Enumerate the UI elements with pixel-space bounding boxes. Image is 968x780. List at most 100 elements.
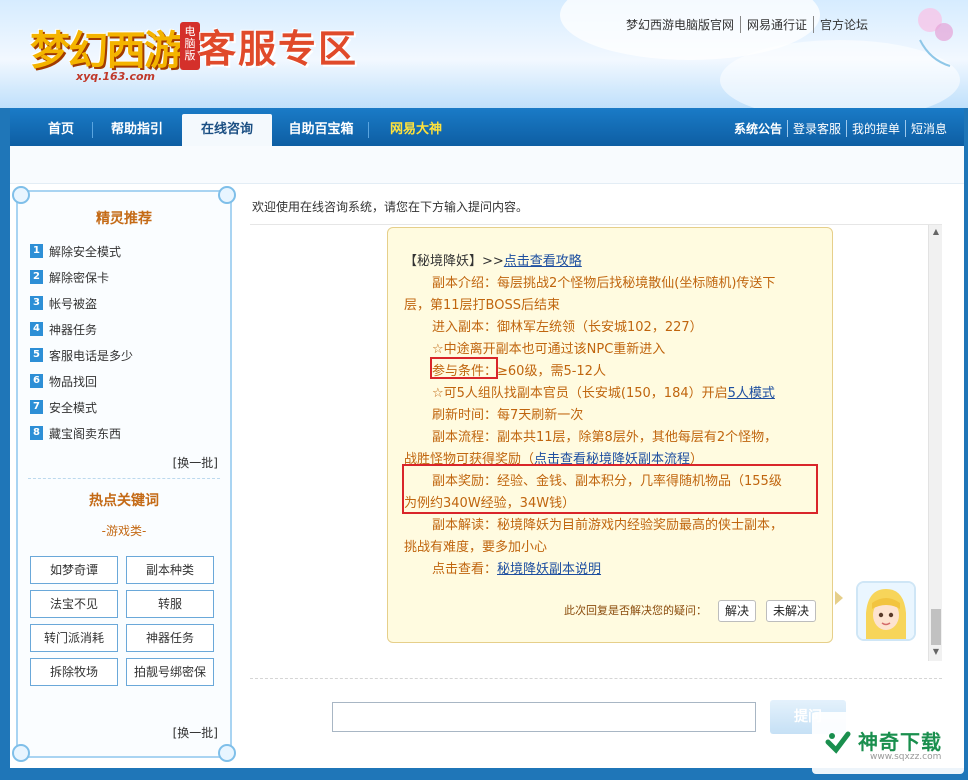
chat-log[interactable]: 【秘境降妖】>>点击查看攻略 副本介绍：每层挑战2个怪物后找秘境散仙(坐标随机)…	[250, 224, 942, 661]
tab-self-service[interactable]: 自助百宝箱	[280, 114, 362, 146]
divider	[28, 478, 220, 479]
number-badge: 4	[30, 322, 43, 336]
reply-text: 点击查看：	[432, 562, 498, 577]
recommend-title: 精灵推荐	[96, 211, 152, 227]
keyword-button[interactable]: 拆除牧场	[30, 658, 118, 686]
list-item-label: 客服电话是多少	[49, 348, 134, 363]
tab-home[interactable]: 首页	[36, 114, 86, 146]
reply-line: 挑战有难度，要多加小心	[404, 540, 548, 555]
list-item[interactable]: 8 藏宝阁卖东西	[30, 420, 220, 446]
keyword-category: -游戏类-	[101, 524, 147, 538]
reply-text: ☆可5人组队找副本官员（长安城(150，184）开启	[432, 386, 728, 401]
number-badge: 6	[30, 374, 43, 388]
nav-separator	[92, 122, 93, 138]
number-badge: 1	[30, 244, 43, 258]
sub-bar	[10, 146, 964, 184]
top-links: 梦幻西游电脑版官网 网易通行证 官方论坛	[620, 16, 874, 33]
tab-netease-dashen[interactable]: 网易大神	[376, 114, 456, 146]
assistant-avatar	[856, 581, 916, 641]
logo-text: 梦幻西游	[30, 27, 184, 74]
keyword-button[interactable]: 如梦奇谭	[30, 556, 118, 584]
list-item-label: 解除安全模式	[49, 244, 122, 259]
highlight-box	[402, 464, 818, 514]
guide-link[interactable]: 点击查看攻略	[504, 254, 582, 269]
reply-line: ☆可5人组队找副本官员（长安城(150，184）开启5人模式	[432, 382, 775, 401]
reply-line: 副本解读：秘境降妖为目前游戏内经验奖励最高的侠士副本，	[432, 518, 784, 533]
game-logo[interactable]: 梦幻西游 电脑版 xyq.163.com	[12, 8, 200, 83]
dungeon-info-link[interactable]: 秘境降妖副本说明	[497, 562, 601, 577]
scroll-up-icon[interactable]: ▲	[931, 227, 941, 236]
list-item[interactable]: 5 客服电话是多少	[30, 342, 220, 368]
bubble-tail	[835, 591, 843, 605]
corner-ornament-icon	[12, 744, 30, 762]
watermark-url: www.sqxzz.com	[870, 752, 942, 762]
hot-keywords-title: 热点关键词	[89, 493, 159, 509]
main-nav: 首页 帮助指引 在线咨询 自助百宝箱 网易大神 系统公告 登录客服 我的提单 短…	[10, 108, 964, 146]
number-badge: 3	[30, 296, 43, 310]
corner-ornament-icon	[218, 744, 236, 762]
scroll-down-icon[interactable]: ▼	[931, 647, 941, 656]
reply-line: 【秘境降妖】>>点击查看攻略	[404, 250, 582, 269]
question-input[interactable]	[332, 702, 756, 732]
condition-value: ≥60级，需5-12人	[497, 364, 606, 379]
logo-badge: 电脑版	[180, 22, 200, 70]
nav-right-links: 系统公告 登录客服 我的提单 短消息	[729, 120, 952, 137]
list-item[interactable]: 1 解除安全模式	[30, 238, 220, 264]
logo-url: xyq.163.com	[76, 70, 155, 83]
reply-line: ☆中途离开副本也可通过该NPC重新进入	[432, 342, 666, 357]
number-badge: 8	[30, 426, 43, 440]
corner-ornament-icon	[218, 186, 236, 204]
link-my-tickets[interactable]: 我的提单	[845, 120, 905, 137]
list-item[interactable]: 4 神器任务	[30, 316, 220, 342]
link-netease-pass[interactable]: 网易通行证	[739, 16, 813, 33]
list-item[interactable]: 6 物品找回	[30, 368, 220, 394]
corner-ornament-icon	[12, 186, 30, 204]
flower-decoration-icon	[918, 8, 953, 67]
keyword-button[interactable]: 法宝不见	[30, 590, 118, 618]
link-announcements[interactable]: 系统公告	[729, 120, 787, 137]
link-login-service[interactable]: 登录客服	[786, 120, 846, 137]
link-official-site[interactable]: 梦幻西游电脑版官网	[620, 16, 740, 33]
list-item-label: 解除密保卡	[49, 270, 110, 285]
link-messages[interactable]: 短消息	[904, 120, 952, 137]
divider	[250, 678, 942, 679]
list-item-label: 神器任务	[49, 322, 98, 337]
list-item[interactable]: 2 解除密保卡	[30, 264, 220, 290]
nav-separator	[368, 122, 369, 138]
list-item-label: 安全模式	[49, 400, 98, 415]
five-player-mode-link[interactable]: 5人模式	[728, 386, 775, 401]
sidebar: 精灵推荐 1 解除安全模式 2 解除密保卡 3 帐号被盗 4 神器任务 5 客服电话是多少…	[12, 186, 236, 762]
keyword-button[interactable]: 转服	[126, 590, 214, 618]
site-watermark: 神奇下载 www.sqxzz.com	[812, 712, 964, 774]
keyword-button[interactable]: 副本种类	[126, 556, 214, 584]
refresh-recommend-link[interactable]: [换一批]	[173, 454, 218, 471]
chat-scrollbar[interactable]: ▲ ▼	[928, 225, 942, 661]
keyword-button[interactable]: 神器任务	[126, 624, 214, 652]
unsolved-button[interactable]: 未解决	[766, 600, 816, 622]
number-badge: 2	[30, 270, 43, 284]
reply-bubble: 【秘境降妖】>>点击查看攻略 副本介绍：每层挑战2个怪物后找秘境散仙(坐标随机)…	[387, 227, 833, 643]
welcome-text: 欢迎使用在线咨询系统，请您在下方输入提问内容。	[252, 200, 529, 214]
tab-help[interactable]: 帮助指引	[100, 114, 174, 146]
tab-online-consult[interactable]: 在线咨询	[182, 114, 272, 146]
highlight-box	[430, 357, 498, 379]
scrollbar-thumb[interactable]	[931, 609, 941, 645]
reply-line: 点击查看：秘境降妖副本说明	[432, 558, 601, 577]
keyword-grid: 如梦奇谭 副本种类 法宝不见 转服 转门派消耗 神器任务 拆除牧场 拍靓号绑密保	[30, 556, 214, 686]
recommend-list: 1 解除安全模式 2 解除密保卡 3 帐号被盗 4 神器任务 5 客服电话是多少 6 物品找…	[30, 238, 220, 446]
reply-line: 层，第11层打BOSS后结束	[404, 298, 560, 313]
refresh-keywords-link[interactable]: [换一批]	[173, 724, 218, 741]
main-content: 精灵推荐 1 解除安全模式 2 解除密保卡 3 帐号被盗 4 神器任务 5 客服电话是多少…	[10, 184, 964, 768]
list-item[interactable]: 3 帐号被盗	[30, 290, 220, 316]
link-forum[interactable]: 官方论坛	[812, 16, 874, 33]
keyword-button[interactable]: 拍靓号绑密保	[126, 658, 214, 686]
reply-heading: 【秘境降妖】>>	[404, 254, 504, 269]
assistant-avatar-icon	[858, 583, 914, 639]
list-item[interactable]: 7 安全模式	[30, 394, 220, 420]
keyword-button[interactable]: 转门派消耗	[30, 624, 118, 652]
reply-line: 副本介绍：每层挑战2个怪物后找秘境散仙(坐标随机)传送下	[432, 276, 776, 291]
list-item-label: 帐号被盗	[49, 296, 98, 311]
number-badge: 5	[30, 348, 43, 362]
watermark-logo-icon	[825, 731, 851, 754]
solved-button[interactable]: 解决	[718, 600, 756, 622]
